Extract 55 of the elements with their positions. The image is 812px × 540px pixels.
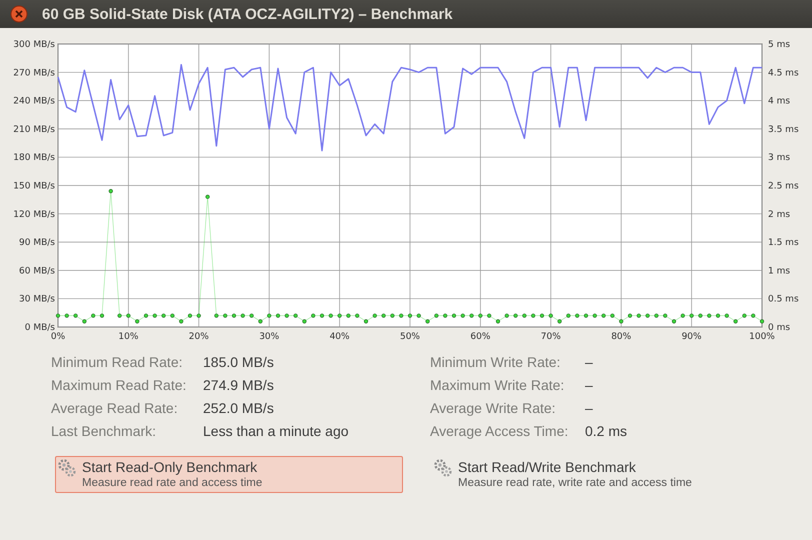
axis-label: 30%: [259, 332, 280, 342]
axis-label: 0.5 ms: [768, 294, 799, 305]
stat-label: Minimum Write Rate:: [430, 354, 562, 370]
stat-value: 274.9 MB/s: [203, 376, 274, 392]
axis-label: 4 ms: [768, 96, 790, 107]
axis-label: 180 MB/s: [13, 153, 55, 164]
axis-label: 80%: [611, 332, 632, 342]
axis-label: 10%: [118, 332, 138, 342]
axis-label: 60 MB/s: [19, 266, 55, 276]
axis-label: 270 MB/s: [13, 68, 55, 78]
stat-label: Maximum Write Rate:: [430, 376, 566, 392]
gears-icon: [58, 459, 76, 477]
stat-value: 252.0 MB/s: [203, 400, 274, 416]
axis-label: 90 MB/s: [19, 238, 55, 248]
axis-label: 0 MB/s: [24, 323, 55, 333]
axis-label: 1.5 ms: [768, 238, 799, 248]
stat-label: Minimum Read Rate:: [51, 354, 184, 370]
close-icon[interactable]: [10, 5, 28, 23]
stat-value: –: [585, 354, 593, 370]
axis-label: 4.5 ms: [768, 68, 799, 78]
stat-value: 0.2 ms: [585, 422, 628, 438]
axis-label: 3.5 ms: [768, 124, 799, 135]
axis-label: 240 MB/s: [13, 96, 55, 107]
stat-label: Average Write Rate:: [430, 400, 557, 416]
axis-label: 60%: [470, 332, 490, 342]
axis-label: 5 ms: [768, 40, 790, 50]
axis-label: 300 MB/s: [13, 40, 55, 50]
stat-label: Last Benchmark:: [51, 422, 158, 438]
axis-label: 40%: [330, 332, 350, 342]
stat-value: 185.0 MB/s: [203, 354, 274, 370]
axis-label: 70%: [540, 332, 561, 342]
gears-icon: [434, 459, 452, 477]
axis-label: 30 MB/s: [19, 294, 55, 305]
axis-label: 50%: [400, 332, 420, 342]
benchmark-button[interactable]: Start Read-Only Benchmark Measure read rate and access time: [55, 456, 403, 493]
axis-label: 0%: [50, 332, 66, 342]
stat-label: Average Access Time:: [430, 422, 570, 438]
window-title: 60 GB Solid-State Disk (ATA OCZ-AGILITY2) – Benchmark: [42, 6, 453, 22]
axis-label: 90%: [682, 332, 702, 342]
axis-label: 120 MB/s: [13, 210, 55, 220]
axis-label: 150 MB/s: [13, 182, 55, 192]
axis-label: 0 ms: [768, 323, 790, 333]
stat-value: –: [585, 376, 593, 392]
axis-label: 2.5 ms: [768, 182, 799, 192]
axis-label: 2 ms: [768, 210, 790, 220]
stat-value: Less than a minute ago: [203, 422, 349, 438]
benchmark-button[interactable]: Start Read/Write Benchmark Measure read rate, write rate and access time: [431, 456, 779, 493]
axis-label: 20%: [188, 332, 209, 342]
axis-label: 100%: [749, 332, 775, 342]
axis-label: 210 MB/s: [13, 124, 55, 135]
stat-value: –: [585, 400, 593, 416]
axis-label: 3 ms: [768, 153, 790, 164]
stat-label: Maximum Read Rate:: [51, 376, 188, 392]
axis-label: 1 ms: [768, 266, 790, 276]
stat-label: Average Read Rate:: [51, 400, 179, 416]
